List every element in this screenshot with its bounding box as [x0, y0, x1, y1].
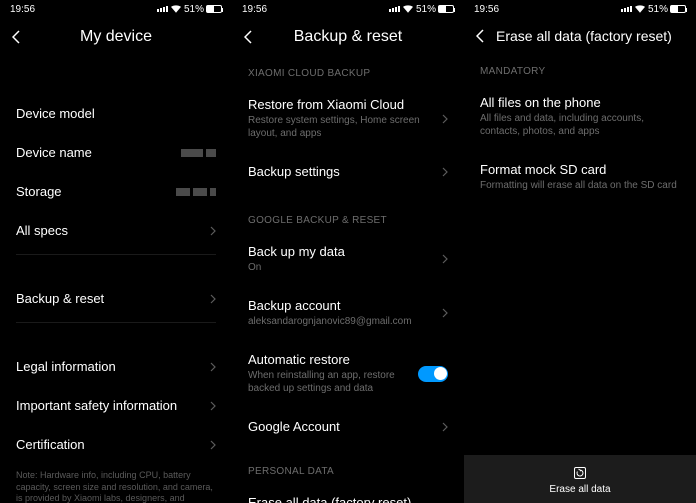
- section-mandatory: MANDATORY: [464, 52, 696, 83]
- device-model-row[interactable]: Device model: [0, 94, 232, 133]
- backup-settings-row[interactable]: Backup settings: [232, 152, 464, 191]
- chevron-right-icon: [442, 167, 448, 177]
- device-name-row[interactable]: Device name: [0, 133, 232, 172]
- wifi-icon: [403, 5, 413, 13]
- device-name-value: [181, 149, 216, 157]
- erase-all-button[interactable]: Erase all data: [464, 455, 696, 503]
- signal-icon: [621, 6, 632, 12]
- backup-reset-screen: 19:56 51% Backup & reset XIAOMI CLOUD BA…: [232, 0, 464, 503]
- page-title: Erase all data (factory reset): [496, 28, 672, 44]
- google-account-row[interactable]: Google Account: [232, 407, 464, 446]
- restore-cloud-row[interactable]: Restore from Xiaomi Cloud Restore system…: [232, 85, 464, 152]
- signal-icon: [157, 6, 168, 12]
- status-bar: 19:56 51%: [0, 0, 232, 18]
- section-xiaomi: XIAOMI CLOUD BACKUP: [232, 54, 464, 85]
- chevron-right-icon: [442, 422, 448, 432]
- erase-all-label: Erase all data: [549, 484, 610, 495]
- all-files-row: All files on the phone All files and dat…: [464, 83, 696, 150]
- battery-icon: [438, 5, 454, 13]
- status-time: 19:56: [474, 4, 499, 15]
- status-time: 19:56: [10, 4, 35, 15]
- chevron-right-icon: [210, 401, 216, 411]
- status-bar: 19:56 51%: [464, 0, 696, 18]
- section-google: GOOGLE BACKUP & RESET: [232, 191, 464, 232]
- wifi-icon: [635, 5, 645, 13]
- battery-percent: 51%: [184, 4, 204, 15]
- all-specs-row[interactable]: All specs: [0, 211, 232, 250]
- storage-row[interactable]: Storage: [0, 172, 232, 211]
- legal-row[interactable]: Legal information: [0, 347, 232, 386]
- divider: [16, 322, 216, 323]
- factory-reset-screen: 19:56 51% Erase all data (factory reset)…: [464, 0, 696, 503]
- safety-row[interactable]: Important safety information: [0, 386, 232, 425]
- chevron-right-icon: [210, 294, 216, 304]
- back-icon[interactable]: [476, 29, 484, 43]
- battery-percent: 51%: [648, 4, 668, 15]
- wifi-icon: [171, 5, 181, 13]
- reset-icon: [572, 465, 588, 481]
- chevron-right-icon: [442, 114, 448, 124]
- auto-restore-toggle[interactable]: [418, 366, 448, 382]
- backup-account-row[interactable]: Backup account aleksandarognjanovic89@gm…: [232, 286, 464, 340]
- chevron-right-icon: [442, 254, 448, 264]
- auto-restore-row[interactable]: Automatic restore When reinstalling an a…: [232, 340, 464, 407]
- page-title: My device: [12, 28, 220, 46]
- backup-reset-row[interactable]: Backup & reset: [0, 279, 232, 318]
- battery-percent: 51%: [416, 4, 436, 15]
- page-title: Backup & reset: [244, 28, 452, 46]
- divider: [16, 254, 216, 255]
- my-device-screen: 19:56 51% My device Device model Device …: [0, 0, 232, 503]
- footnote: Note: Hardware info, including CPU, batt…: [0, 464, 232, 503]
- chevron-right-icon: [210, 226, 216, 236]
- header: My device: [0, 18, 232, 54]
- battery-icon: [670, 5, 686, 13]
- header: Erase all data (factory reset): [464, 18, 696, 52]
- chevron-right-icon: [442, 308, 448, 318]
- header: Backup & reset: [232, 18, 464, 54]
- status-bar: 19:56 51%: [232, 0, 464, 18]
- backup-data-row[interactable]: Back up my data On: [232, 232, 464, 286]
- section-personal: PERSONAL DATA: [232, 446, 464, 483]
- signal-icon: [389, 6, 400, 12]
- chevron-right-icon: [210, 440, 216, 450]
- status-time: 19:56: [242, 4, 267, 15]
- certification-row[interactable]: Certification: [0, 425, 232, 464]
- erase-all-row[interactable]: Erase all data (factory reset) Erases al…: [232, 483, 464, 503]
- storage-value: [176, 188, 216, 196]
- format-sd-row: Format mock SD card Formatting will eras…: [464, 150, 696, 204]
- battery-icon: [206, 5, 222, 13]
- chevron-right-icon: [210, 362, 216, 372]
